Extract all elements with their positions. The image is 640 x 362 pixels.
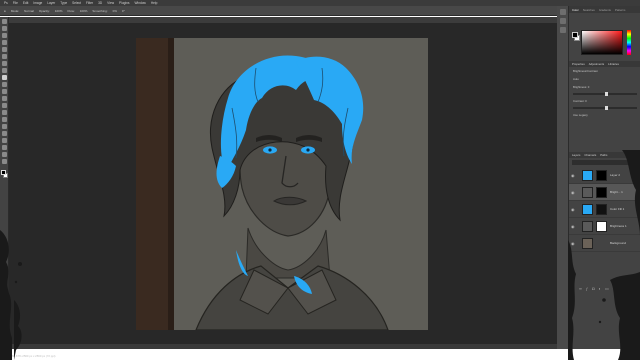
photoshop-window: Ps File Edit Image Layer Type Select Fil… bbox=[0, 0, 640, 360]
paint-splatter-decoration bbox=[0, 150, 640, 360]
